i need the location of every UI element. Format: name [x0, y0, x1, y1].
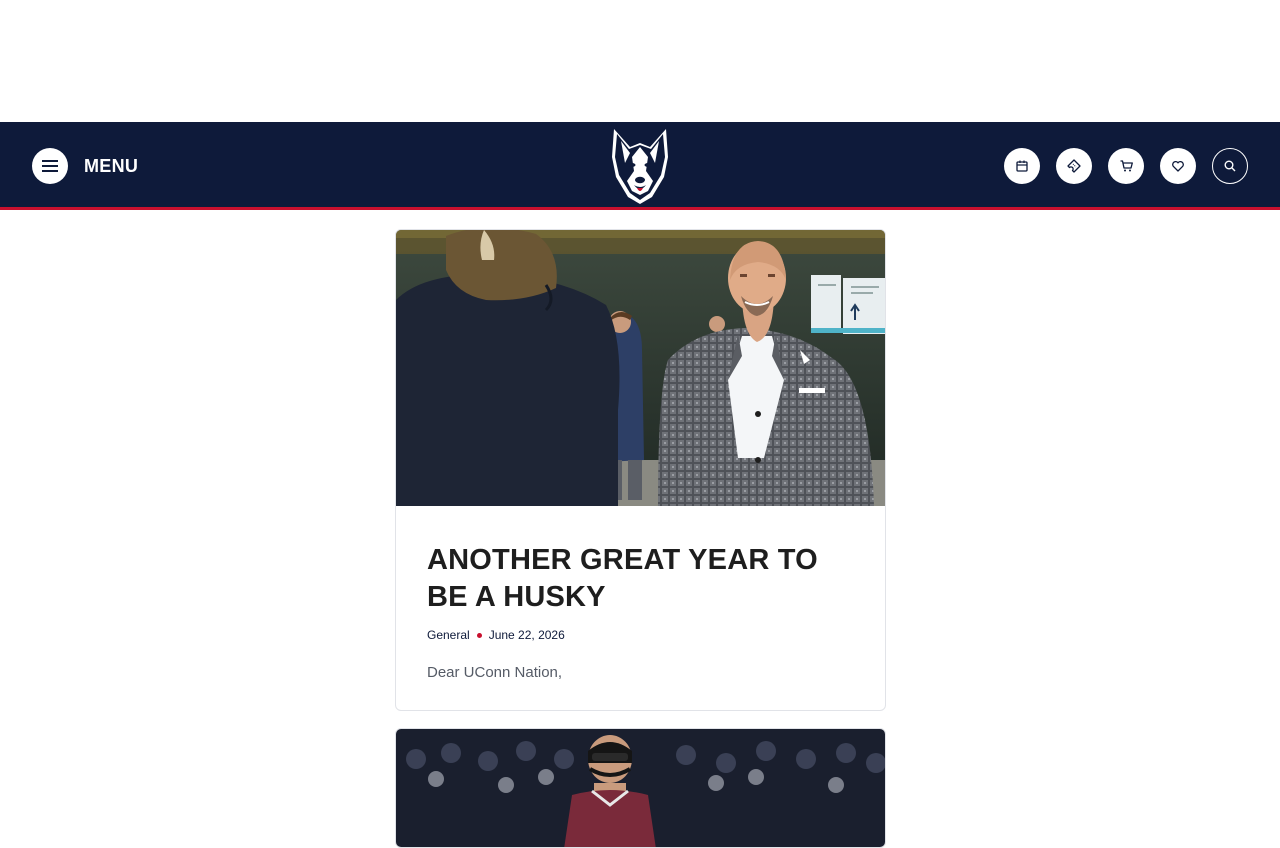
article-category[interactable]: General — [427, 628, 470, 642]
site-header: MENU — [0, 122, 1280, 210]
menu-icon — [42, 160, 58, 172]
article-image[interactable] — [396, 230, 885, 506]
article-date: June 22, 2026 — [488, 628, 565, 642]
tickets-button[interactable] — [1056, 148, 1092, 184]
article-card[interactable]: ANOTHER GREAT YEAR TO BE A HUSKY General… — [395, 229, 886, 711]
menu-label[interactable]: MENU — [84, 156, 138, 177]
search-icon — [1224, 160, 1236, 172]
article-title[interactable]: ANOTHER GREAT YEAR TO BE A HUSKY — [427, 542, 854, 616]
article-card[interactable] — [395, 728, 886, 848]
article-image[interactable] — [396, 729, 885, 847]
favorites-button[interactable] — [1160, 148, 1196, 184]
ad-space — [0, 0, 1280, 122]
husky-logo[interactable] — [608, 127, 672, 205]
cart-button[interactable] — [1108, 148, 1144, 184]
article-meta: General June 22, 2026 — [427, 628, 854, 642]
search-button[interactable] — [1212, 148, 1248, 184]
cart-icon — [1120, 160, 1133, 172]
menu-button[interactable] — [32, 148, 68, 184]
calendar-button[interactable] — [1004, 148, 1040, 184]
heart-icon — [1172, 160, 1184, 172]
article-excerpt: Dear UConn Nation, — [427, 664, 563, 681]
ticket-icon — [1067, 159, 1081, 173]
meta-separator — [476, 632, 482, 638]
calendar-icon — [1016, 160, 1028, 172]
